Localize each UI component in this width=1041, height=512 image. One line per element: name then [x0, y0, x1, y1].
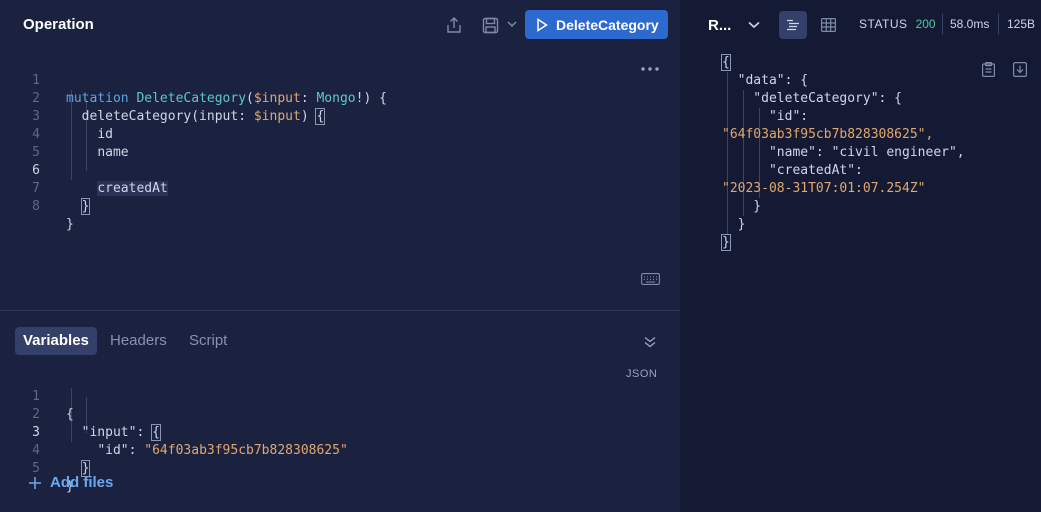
- keyboard-icon[interactable]: [640, 272, 660, 286]
- run-operation-button[interactable]: DeleteCategory: [525, 10, 668, 39]
- status-label: STATUS: [859, 17, 908, 31]
- tab-script[interactable]: Script: [181, 327, 235, 355]
- response-line: "64f03ab3f95cb7b828308625",: [722, 127, 934, 142]
- text-view-icon[interactable]: [779, 11, 807, 39]
- operation-panel: Operation DeleteCategory 1 mutation Dele…: [0, 0, 680, 512]
- operation-editor[interactable]: 1 mutation DeleteCategory($input: Mongo!…: [0, 54, 680, 254]
- panel-divider[interactable]: [0, 310, 680, 311]
- response-size: 125B: [1007, 17, 1036, 31]
- chevron-down-icon[interactable]: [505, 17, 519, 31]
- variables-editor[interactable]: 1 { 2 "input": { 3 "id": "64f03ab3f95cb7…: [0, 370, 680, 494]
- response-line: "id":: [722, 109, 809, 124]
- play-icon: [537, 17, 548, 32]
- add-files-button[interactable]: Add files: [28, 474, 113, 491]
- response-line: "data": {: [722, 73, 809, 88]
- chevron-down-icon[interactable]: [746, 17, 762, 33]
- response-line: }: [722, 199, 762, 214]
- response-line: "createdAt":: [722, 163, 863, 178]
- table-view-icon[interactable]: [818, 15, 838, 35]
- line-number: 8: [32, 199, 40, 214]
- copy-icon[interactable]: [979, 60, 997, 78]
- share-icon[interactable]: [444, 15, 464, 35]
- save-icon[interactable]: [480, 15, 500, 35]
- response-time: 58.0ms: [950, 17, 990, 31]
- collapse-icon[interactable]: [642, 334, 658, 350]
- response-tab[interactable]: R...: [708, 17, 731, 34]
- tab-headers[interactable]: Headers: [102, 327, 175, 355]
- status-indicator: STATUS 200: [859, 17, 936, 31]
- response-line: "deleteCategory": {: [722, 91, 903, 106]
- operation-title: Operation: [23, 16, 94, 33]
- response-line: "2023-08-31T07:01:07.254Z": [722, 181, 926, 196]
- run-button-label: DeleteCategory: [556, 16, 659, 33]
- plus-icon: [29, 476, 41, 489]
- status-code: 200: [915, 17, 936, 31]
- response-line: "name": "civil engineer",: [722, 145, 965, 160]
- add-files-label: Add files: [50, 474, 114, 491]
- download-icon[interactable]: [1011, 60, 1029, 78]
- response-line: }: [722, 217, 746, 232]
- tab-variables[interactable]: Variables: [15, 327, 97, 355]
